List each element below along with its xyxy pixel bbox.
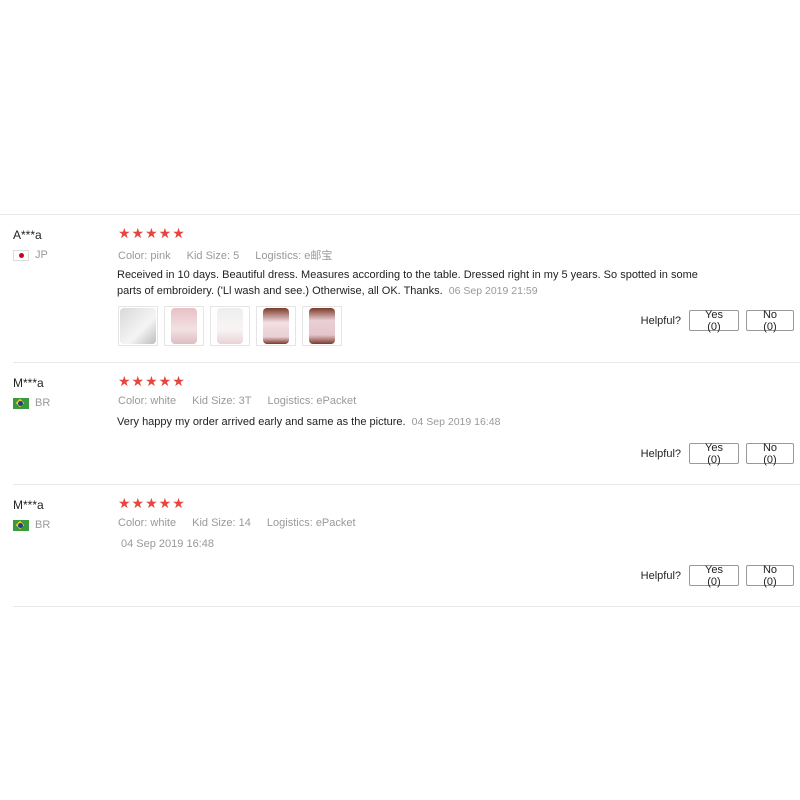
reviewer-name: M***a <box>13 498 44 512</box>
review-text: Received in 10 days. Beautiful dress. Me… <box>117 269 698 297</box>
rating-stars: ★★★★★ <box>118 225 186 241</box>
review-photo-thumbnail[interactable] <box>210 306 250 346</box>
review-date: 04 Sep 2019 16:48 <box>121 538 214 550</box>
review-text-block: Very happy my order arrived early and sa… <box>117 414 717 430</box>
review-photos <box>118 306 348 346</box>
helpful-label: Helpful? <box>640 447 681 460</box>
review-photo-thumbnail[interactable] <box>302 306 342 346</box>
size-attribute: Kid Size: 5 <box>186 250 240 262</box>
order-info: Color: white Kid Size: 3T Logistics: ePa… <box>118 395 369 407</box>
brazil-flag-icon <box>13 519 29 531</box>
logistics-attribute: Logistics: ePacket <box>267 395 357 407</box>
reviewer-name: M***a <box>13 376 44 390</box>
review-photo-thumbnail[interactable] <box>256 306 296 346</box>
country-code: BR <box>35 519 51 531</box>
size-attribute: Kid Size: 3T <box>192 395 252 407</box>
rating-stars: ★★★★★ <box>118 373 186 389</box>
helpful-label: Helpful? <box>640 314 681 327</box>
reviewer-country: BR <box>13 397 50 409</box>
helpful-no-button[interactable]: No (0) <box>746 564 794 588</box>
helpful-yes-button[interactable]: Yes (0) <box>689 309 739 333</box>
review-date: 04 Sep 2019 16:48 <box>411 416 501 428</box>
reviewer-country: JP <box>13 249 48 261</box>
color-attribute: Color: pink <box>118 250 171 262</box>
reviewer-name: A***a <box>13 228 42 242</box>
helpful-no-button[interactable]: No (0) <box>746 442 794 466</box>
helpful-label: Helpful? <box>640 569 681 582</box>
helpful-vote: Helpful? Yes (0) No (0) <box>640 309 794 333</box>
japan-flag-icon <box>13 249 29 261</box>
order-info: Color: white Kid Size: 14 Logistics: ePa… <box>118 517 369 529</box>
helpful-yes-button[interactable]: Yes (0) <box>689 564 739 588</box>
size-attribute: Kid Size: 14 <box>192 517 251 529</box>
review-item: M***a BR ★★★★★ Color: white Kid Size: 3T… <box>13 363 800 484</box>
review-divider <box>13 606 800 607</box>
review-item: A***a JP ★★★★★ Color: pink Kid Size: 5 L… <box>13 215 800 362</box>
review-date: 06 Sep 2019 21:59 <box>448 285 538 297</box>
brazil-flag-icon <box>13 397 29 409</box>
rating-stars: ★★★★★ <box>118 495 186 511</box>
logistics-attribute: Logistics: e邮宝 <box>255 250 333 262</box>
color-attribute: Color: white <box>118 395 177 407</box>
helpful-no-button[interactable]: No (0) <box>746 309 794 333</box>
logistics-attribute: Logistics: ePacket <box>266 517 356 529</box>
review-photo-thumbnail[interactable] <box>164 306 204 346</box>
country-code: BR <box>35 397 51 409</box>
review-photo-thumbnail[interactable] <box>118 306 158 346</box>
country-code: JP <box>35 249 48 261</box>
order-info: Color: pink Kid Size: 5 Logistics: e邮宝 <box>118 247 345 263</box>
helpful-yes-button[interactable]: Yes (0) <box>689 442 739 466</box>
helpful-vote: Helpful? Yes (0) No (0) <box>640 564 794 588</box>
review-text: Very happy my order arrived early and sa… <box>117 416 406 428</box>
reviewer-country: BR <box>13 519 50 531</box>
helpful-vote: Helpful? Yes (0) No (0) <box>640 442 794 466</box>
review-item: M***a BR ★★★★★ Color: white Kid Size: 14… <box>13 485 800 606</box>
review-text-block: Received in 10 days. Beautiful dress. Me… <box>117 267 717 299</box>
color-attribute: Color: white <box>118 517 177 529</box>
